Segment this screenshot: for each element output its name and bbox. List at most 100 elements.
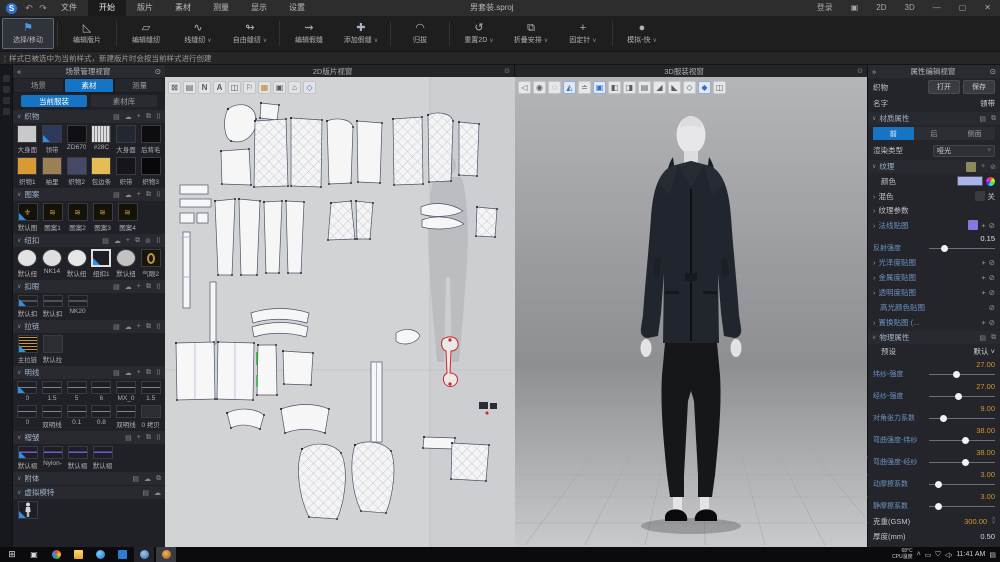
section-button[interactable]: ∨纽扣 ▤ ☁ + ⧉ ⊘ ⠿ <box>13 234 165 247</box>
trash-icon[interactable]: ⊘ <box>989 318 995 327</box>
trash-icon[interactable]: ⊘ <box>989 273 995 282</box>
slider[interactable] <box>929 479 995 489</box>
reflect-value[interactable]: 0.15 <box>980 234 995 243</box>
save-button[interactable]: 保存 <box>963 80 995 94</box>
pattern-swatch[interactable]: ≋图案2 <box>66 203 89 232</box>
topstitch-swatch[interactable]: 0 拷贝 <box>139 405 162 429</box>
lasso-icon[interactable]: ◇ <box>303 81 316 94</box>
topstitch-swatch[interactable]: 0 <box>16 405 39 429</box>
caret-down-icon[interactable]: ∨ <box>652 37 656 44</box>
layout-toggle-icon[interactable]: ▣ <box>842 0 868 16</box>
redo-icon[interactable]: ↷ <box>36 3 50 14</box>
tool-fixed-pin[interactable]: + 固定针∨ <box>557 18 609 49</box>
menu-settings[interactable]: 设置 <box>278 0 316 16</box>
context-menu-icon[interactable]: ⠿ <box>156 323 161 331</box>
topstitch-swatch[interactable]: 双明线 <box>115 405 138 429</box>
normal-map-thumbnail[interactable] <box>968 220 978 230</box>
copy-icon[interactable]: ⧉ <box>146 434 151 442</box>
viewport-2d[interactable]: 2D版片视窗 ⊙ ⊠ ▤ N A ◫ ⚐ ▦ ▣ ⌂ ◇ <box>165 65 515 547</box>
tool-edit-sewing[interactable]: ▱ 编辑缝纫 <box>120 18 172 49</box>
garment-outline-icon[interactable]: ◨ <box>623 81 636 94</box>
subtab-material-library[interactable]: 素材库 <box>91 95 157 107</box>
viewport-3d[interactable]: 3D服装视窗 ⊙ ◁ ◉ ◌ ◭ ≐ ▣ ◧ ◨ ▤ ◢ ◣ ◇ ◆ ◫ <box>515 65 868 547</box>
cloud-icon[interactable]: ☁ <box>125 191 132 199</box>
zipper-swatch-selected[interactable]: 主拉链 <box>16 335 39 364</box>
folder-icon[interactable]: ▤ <box>979 115 986 123</box>
fabric-swatch[interactable]: 包边条 <box>90 157 113 186</box>
pleat-swatch[interactable]: 默认褶 <box>91 446 114 470</box>
fabric-swatch[interactable]: 大身面 <box>16 125 39 154</box>
pin-tool-icon[interactable]: ◇ <box>683 81 696 94</box>
menu-material[interactable]: 素材 <box>164 0 202 16</box>
pin-icon[interactable]: ⊙ <box>990 67 996 76</box>
trash-icon[interactable]: ⊘ <box>989 258 995 267</box>
undo-icon[interactable]: ↶ <box>22 3 36 14</box>
copy-icon[interactable]: ⧉ <box>156 475 161 483</box>
menu-start[interactable]: 开始 <box>88 0 126 16</box>
render-type-dropdown[interactable]: 哑光˅ <box>933 145 995 157</box>
avatar-icon[interactable]: ◉ <box>533 81 546 94</box>
avatar-outline-icon[interactable]: ◌ <box>548 81 561 94</box>
topstitch-swatch[interactable]: 1.5 <box>41 381 64 402</box>
cube-icon[interactable]: ▣ <box>593 81 606 94</box>
context-menu-icon[interactable]: ⠿ <box>156 191 161 199</box>
pin-icon[interactable]: ⊙ <box>155 67 161 76</box>
topstitch-swatch[interactable]: 1.5 <box>139 381 162 402</box>
tab-back[interactable]: 后 <box>914 127 955 140</box>
add-icon[interactable]: + <box>981 318 985 327</box>
slider[interactable] <box>929 457 995 467</box>
texture-thumbnail[interactable] <box>966 162 976 172</box>
section-physics[interactable]: ∨物理属性 ▤ ⧉ <box>868 331 1000 344</box>
button-swatch[interactable]: 默认纽 <box>115 249 138 278</box>
tray-expand-icon[interactable]: ˄ <box>917 551 921 558</box>
preset-value[interactable]: 默认 ˅ <box>974 346 995 357</box>
buttonhole-swatch-selected[interactable]: 默认扣 <box>16 295 39 318</box>
pleat-swatch-selected[interactable]: 默认褶 <box>16 446 39 470</box>
blend-swatch[interactable] <box>975 191 985 201</box>
tool-select-move[interactable]: ⚑ 选择/移动 <box>2 18 54 49</box>
tab-material[interactable]: 素材 <box>65 79 114 92</box>
add-icon[interactable]: + <box>137 283 141 290</box>
fabric-swatch[interactable]: ZD670 <box>65 125 88 154</box>
shoe-icon[interactable]: ◣ <box>668 81 681 94</box>
lasso-select-icon[interactable]: ◆ <box>698 81 711 94</box>
section-texture[interactable]: ∨纹理 + ⊘ <box>868 160 1000 173</box>
tool-reset-2d[interactable]: ↺ 重置2D∨ <box>453 18 505 49</box>
slider[interactable] <box>929 413 995 423</box>
chevron-right-icon[interactable]: › <box>873 221 876 230</box>
button-swatch[interactable]: NK14 <box>41 249 64 278</box>
letter-n-icon[interactable]: N <box>198 81 211 94</box>
minimize-button[interactable]: — <box>924 0 950 16</box>
cloud-icon[interactable]: ☁ <box>144 475 151 483</box>
section-buttonhole[interactable]: ∨扣眼 ▤ ☁ + ⧉ ⠿ <box>13 280 165 293</box>
tab-scene[interactable]: 场景 <box>14 79 63 92</box>
section-pattern[interactable]: ∨图案 ▤ ☁ + ⧉ ⠿ <box>13 188 165 201</box>
view-2d-button[interactable]: 2D <box>867 0 895 16</box>
folder-icon[interactable]: ▤ <box>113 323 120 331</box>
topstitch-swatch[interactable]: 5 <box>65 381 88 402</box>
garment-icon[interactable]: ◧ <box>608 81 621 94</box>
maximize-button[interactable]: ▢ <box>950 0 976 16</box>
copy-icon[interactable]: ⧉ <box>146 283 151 291</box>
color-swatch[interactable] <box>957 176 983 186</box>
context-menu-icon[interactable]: ⠿ <box>156 237 161 245</box>
trash-icon[interactable]: ⊘ <box>989 288 995 297</box>
back-arrow-icon[interactable]: ◁ <box>518 81 531 94</box>
copy-icon[interactable]: ⧉ <box>146 113 151 121</box>
chevron-right-icon[interactable]: › <box>873 192 876 201</box>
tool-fold-arrange[interactable]: ⧉ 折叠安排∨ <box>505 18 557 49</box>
add-icon[interactable]: + <box>981 273 985 282</box>
cloud-icon[interactable]: ☁ <box>125 283 132 291</box>
menu-pattern[interactable]: 版片 <box>126 0 164 16</box>
clamp-icon[interactable]: ▣ <box>273 81 286 94</box>
folder-icon[interactable]: ▤ <box>102 237 109 245</box>
clock[interactable]: 11:41 AM <box>956 551 985 558</box>
add-icon[interactable]: + <box>137 369 141 376</box>
tool-edit-basting[interactable]: ⇝ 编辑假缝 <box>283 18 335 49</box>
cloud-icon[interactable]: ☁ <box>114 237 121 245</box>
topstitch-swatch[interactable]: 0.1 <box>65 405 88 429</box>
view-3d-button[interactable]: 3D <box>896 0 924 16</box>
blue-app-icon[interactable] <box>112 547 132 562</box>
folder-icon[interactable]: ▤ <box>113 369 120 377</box>
pattern-swatch[interactable]: ≋图案4 <box>116 203 139 232</box>
